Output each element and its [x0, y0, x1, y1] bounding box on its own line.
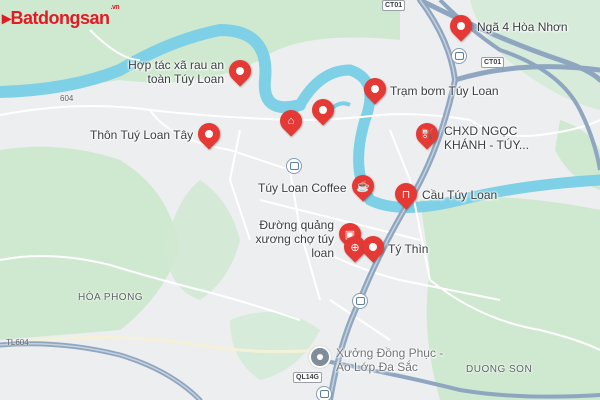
place-label-thon[interactable]: Thôn Tuý Loan Tây [90, 128, 193, 142]
place-label-cau[interactable]: Cầu Túy Loan [422, 188, 497, 202]
bus-stop-icon[interactable] [352, 293, 368, 309]
road-shield-ql14g: QL14G [293, 372, 322, 383]
pin-cau-tuy-loan[interactable]: ⊓ [390, 178, 422, 210]
road-number-tl604: TL604 [6, 338, 29, 347]
area-label-duong-son: DUONG SON [466, 364, 533, 375]
pin-hop-tac-xa[interactable] [224, 55, 256, 87]
place-label-xuong[interactable]: Xưởng Đồng Phục - Áo Lớp Đa Sắc [336, 346, 456, 374]
bus-stop-icon[interactable] [316, 386, 332, 400]
bridge-icon: ⊓ [401, 188, 411, 201]
place-label-coffee[interactable]: Túy Loan Coffee [258, 181, 347, 195]
place-label-tram-bom[interactable]: Trạm bơm Túy Loan [390, 84, 499, 98]
map-base-layer [0, 0, 600, 400]
pin-dot-icon [364, 78, 386, 100]
pin-tram-bom[interactable] [359, 73, 391, 105]
place-label-ty-thin[interactable]: Tý Thìn [388, 242, 428, 256]
place-label-duong-quang-xuong[interactable]: Đường quảng xương chợ túy loan [250, 218, 334, 260]
coffee-icon: ☕ [356, 180, 370, 193]
batdongsan-logo[interactable]: ▸Batdongsan.vn [2, 4, 120, 29]
road-shield-ct01: CT01 [481, 57, 505, 68]
pin-dot-icon [450, 15, 472, 37]
pin-chxd[interactable]: ⛽ [411, 118, 443, 150]
pin-nga4-hoa-nhon[interactable] [445, 10, 477, 42]
pin-center[interactable] [307, 94, 339, 126]
bus-stop-icon[interactable] [286, 158, 302, 174]
map-canvas[interactable]: ▸Batdongsan.vn CT01 CT01 QL14G 604 TL604… [0, 0, 600, 400]
place-label-nga4[interactable]: Ngã 4 Hòa Nhơn [477, 20, 568, 34]
pin-dot-icon [198, 123, 220, 145]
place-label-chxd[interactable]: CHXD NGỌC KHÁNH - TÚY... [444, 124, 544, 152]
road-number-604: 604 [60, 94, 74, 103]
area-label-hoa-phong: HÒA PHONG [78, 292, 144, 303]
pin-dot-icon [312, 99, 334, 121]
pin-dot-icon [362, 236, 384, 258]
pin-thon-tuy-loan-tay[interactable] [193, 118, 225, 150]
market-icon: ⌂ [287, 115, 295, 127]
fuel-icon: ⛽ [420, 128, 434, 141]
road-shield-ct01-top: CT01 [382, 0, 406, 11]
pin-dot-icon [317, 354, 323, 360]
pin-dot-icon [229, 60, 251, 82]
bus-stop-icon[interactable] [451, 48, 467, 64]
pin-xuong-dong-phuc[interactable] [309, 346, 331, 368]
pin-market[interactable]: ⌂ [275, 105, 307, 137]
place-label-hop-tac-xa[interactable]: Hợp tác xã rau an toàn Túy Loan [118, 58, 224, 86]
pin-coffee[interactable]: ☕ [347, 170, 379, 202]
pin-ty-thin[interactable] [357, 231, 389, 263]
